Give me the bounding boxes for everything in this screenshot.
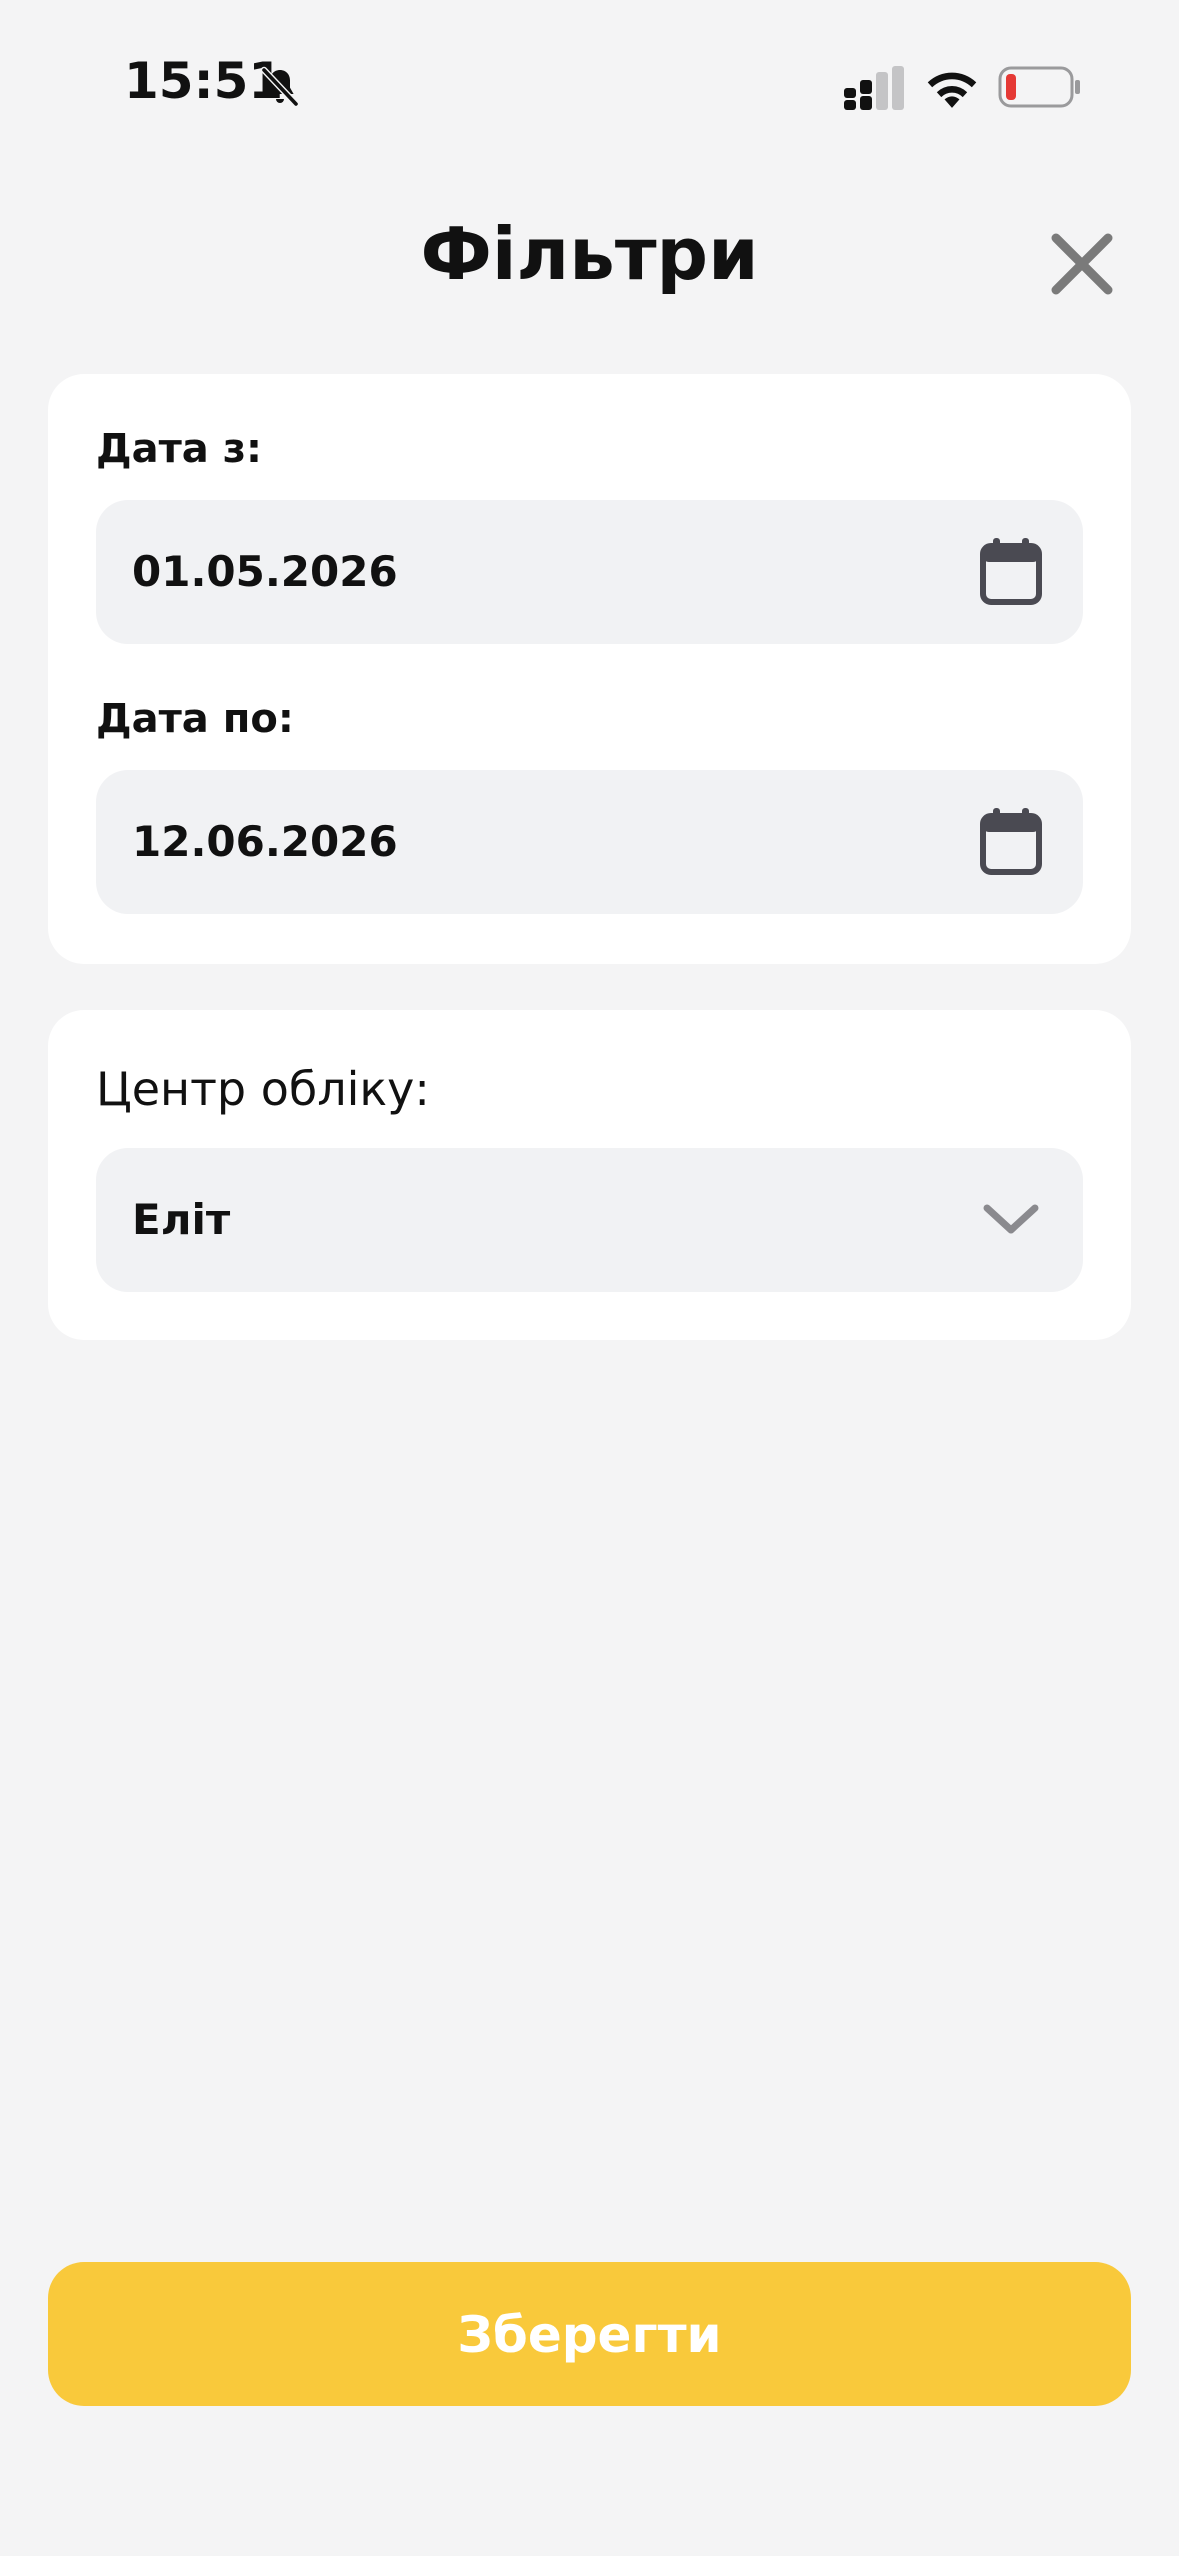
date-from-field[interactable]: 01.05.2026	[96, 500, 1083, 644]
battery-low-icon	[998, 66, 1080, 108]
close-button[interactable]	[1046, 228, 1118, 300]
center-filter-card: Центр обліку: Еліт	[48, 1010, 1131, 1340]
date-from-value: 01.05.2026	[132, 547, 398, 596]
date-filter-card: Дата з: 01.05.2026 Дата по: 12.06.2026	[48, 374, 1131, 964]
chevron-down-icon	[983, 1204, 1039, 1234]
bell-slash-icon	[260, 66, 300, 108]
center-selected-value: Еліт	[132, 1195, 231, 1244]
center-select[interactable]: Еліт	[96, 1148, 1083, 1292]
wifi-icon	[927, 72, 977, 108]
date-to-field[interactable]: 12.06.2026	[96, 770, 1083, 914]
calendar-icon	[980, 538, 1042, 605]
cellular-signal-icon	[844, 66, 904, 110]
save-button[interactable]: Зберегти	[48, 2262, 1131, 2406]
date-to-label: Дата по:	[96, 696, 294, 742]
center-label: Центр обліку:	[96, 1062, 430, 1116]
calendar-icon	[980, 808, 1042, 875]
status-bar: 15:51	[0, 0, 1179, 160]
date-to-value: 12.06.2026	[132, 817, 398, 866]
date-from-label: Дата з:	[96, 426, 262, 472]
page-title: Фільтри	[420, 212, 759, 296]
close-icon	[1051, 233, 1113, 295]
